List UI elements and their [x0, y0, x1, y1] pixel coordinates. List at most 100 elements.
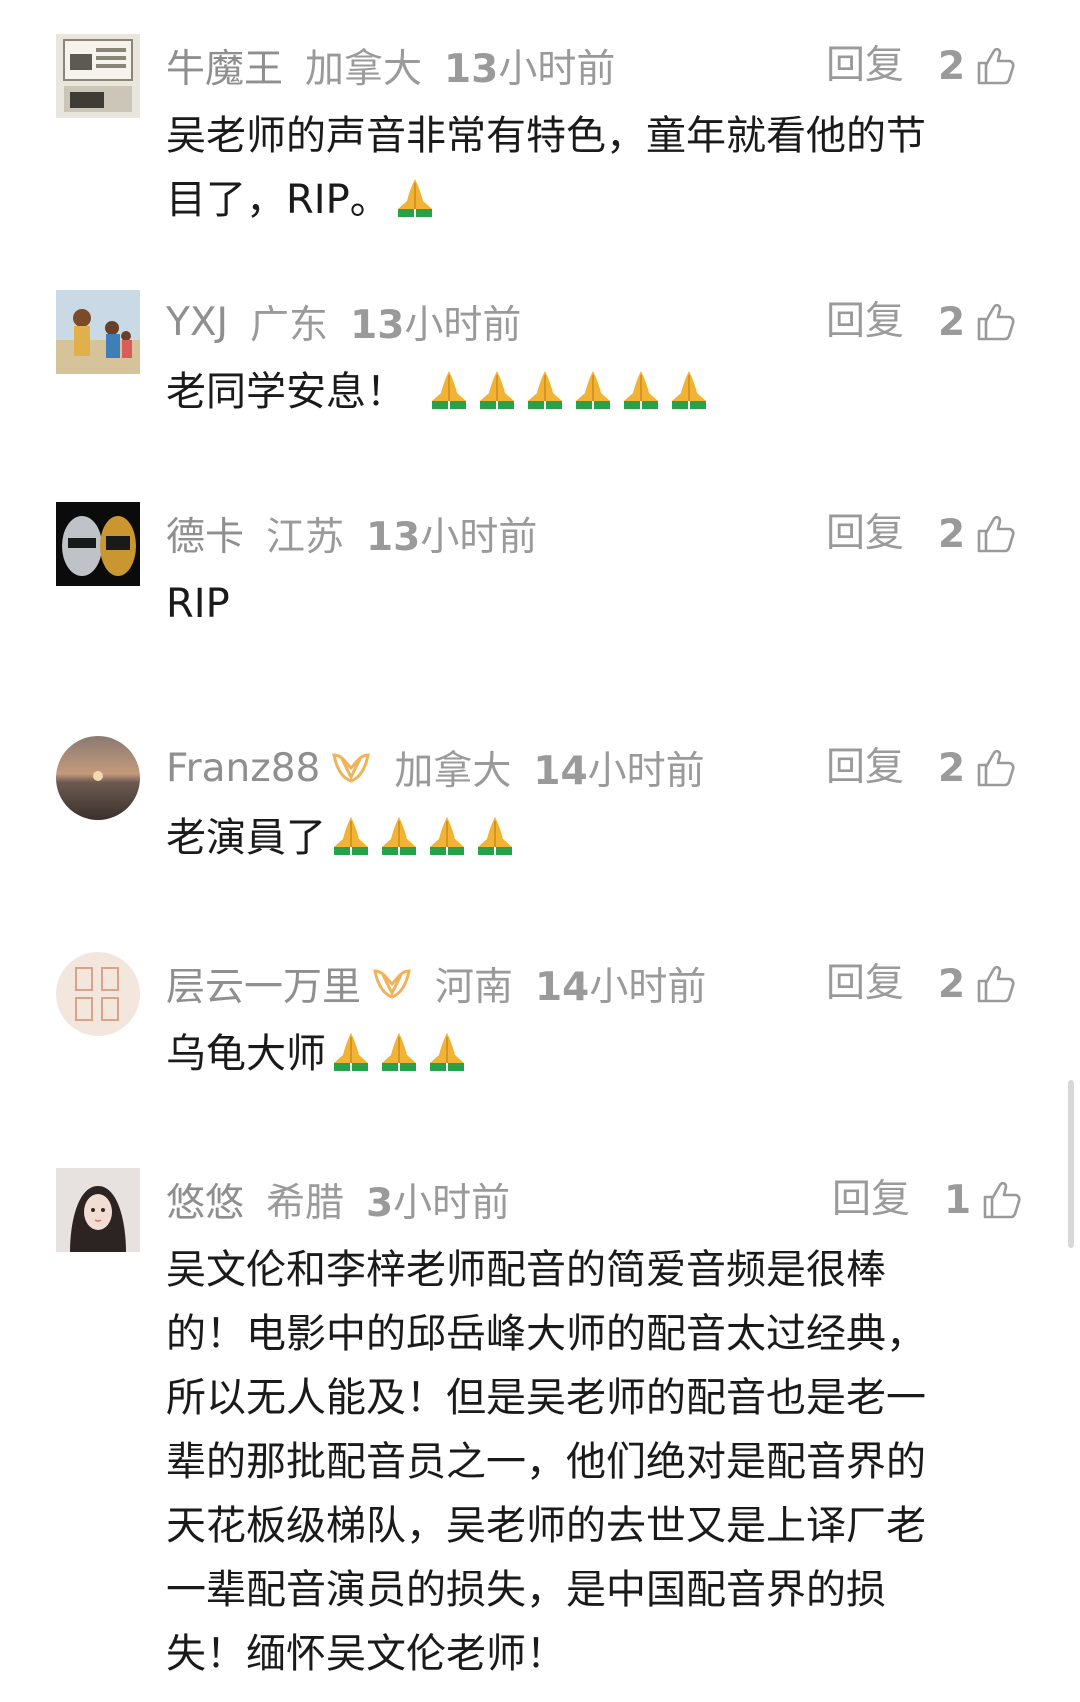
location: 广东 — [250, 303, 329, 348]
like-count: 1 — [944, 1177, 972, 1223]
like-count: 2 — [938, 43, 966, 89]
comment-text: RIP — [166, 572, 230, 636]
comment-list: 牛魔王 加拿大 13小时前 回复 2 吴老师的声音非常有特色，童年就看他的节 目… — [0, 0, 1080, 1702]
avatar[interactable] — [56, 736, 140, 820]
avatar[interactable] — [56, 290, 140, 374]
timestamp-number: 14 — [533, 749, 588, 794]
timestamp: 14小时前 — [533, 740, 704, 796]
comment-text-line-content: 老同学安息！ — [166, 369, 406, 415]
comment-text: 老演員了 — [166, 806, 518, 870]
username[interactable]: 层云一万里 — [166, 956, 361, 1012]
comment-text-line-content: 老演員了 — [166, 815, 326, 861]
reply-button[interactable]: 回复 — [826, 956, 904, 1012]
thumbs-up-icon — [983, 1181, 1021, 1219]
like-count: 2 — [938, 511, 966, 557]
comment-text-line: RIP — [166, 581, 230, 627]
username[interactable]: Franz88 — [166, 746, 320, 791]
comment-meta: 牛魔王 加拿大 13小时前 — [166, 38, 615, 94]
comment-text-line: 目了，RIP。 — [166, 168, 926, 232]
thumbs-up-icon — [977, 303, 1015, 341]
like-button[interactable]: 2 — [938, 506, 1017, 562]
timestamp-unit: 小时前 — [393, 1181, 511, 1226]
reply-button[interactable]: 回复 — [826, 740, 904, 796]
comment-text-line-content: 目了，RIP。 — [166, 177, 390, 223]
reply-button[interactable]: 回复 — [826, 38, 904, 94]
thumbs-up-icon — [977, 515, 1015, 553]
comment-text-line: 的！电影中的邱岳峰大师的配音太过经典， — [166, 1311, 926, 1357]
comment-text-line: 老演員了 — [166, 806, 518, 870]
like-button[interactable]: 2 — [938, 740, 1017, 796]
folded-hands-emoji — [430, 817, 464, 855]
comment-meta: YXJ 广东 13小时前 — [166, 294, 521, 350]
like-count: 2 — [938, 745, 966, 791]
comment-meta: 悠悠 希腊 3小时前 — [166, 1172, 510, 1228]
comment-text-line: 吴老师的声音非常有特色，童年就看他的节 — [166, 113, 926, 159]
folded-hands-emoji — [576, 371, 610, 409]
like-button[interactable]: 2 — [938, 38, 1017, 94]
like-count: 2 — [938, 299, 966, 345]
folded-hands-emoji — [478, 817, 512, 855]
like-button[interactable]: 1 — [944, 1172, 1023, 1228]
timestamp-number: 14 — [535, 965, 590, 1010]
comment-meta: 层云一万里 河南 14小时前 — [166, 956, 706, 1012]
folded-hands-emoji — [432, 371, 466, 409]
folded-hands-emoji — [624, 371, 658, 409]
comment-text: 吴老师的声音非常有特色，童年就看他的节 目了，RIP。 — [166, 104, 926, 232]
comment-text-line: 老同学安息！ — [166, 360, 712, 424]
timestamp-unit: 小时前 — [498, 47, 616, 92]
comment-text-line: 失！缅怀吴文伦老师！ — [166, 1631, 566, 1677]
username[interactable]: YXJ — [166, 300, 228, 345]
avatar[interactable] — [56, 1168, 140, 1252]
timestamp-number: 13 — [350, 303, 405, 348]
timestamp: 13小时前 — [444, 38, 615, 94]
timestamp-number: 13 — [444, 47, 499, 92]
username[interactable]: 德卡 — [166, 506, 244, 562]
like-button[interactable]: 2 — [938, 956, 1017, 1012]
reply-button[interactable]: 回复 — [832, 1172, 910, 1228]
comment-meta: 德卡 江苏 13小时前 — [166, 506, 537, 562]
location: 加拿大 — [394, 749, 512, 794]
location: 加拿大 — [305, 47, 423, 92]
location: 江苏 — [266, 515, 345, 560]
timestamp-number: 13 — [366, 515, 421, 560]
timestamp-unit: 小时前 — [587, 749, 705, 794]
username[interactable]: 悠悠 — [166, 1172, 244, 1228]
scrollbar[interactable] — [1068, 1080, 1074, 1248]
timestamp-unit: 小时前 — [404, 303, 522, 348]
comment-text-line: 一辈配音演员的损失，是中国配音界的损 — [166, 1567, 886, 1613]
comment-text: 吴文伦和李梓老师配音的简爱音频是很棒 的！电影中的邱岳峰大师的配音太过经典， 所… — [166, 1238, 926, 1686]
username[interactable]: 牛魔王 — [166, 38, 283, 94]
timestamp: 13小时前 — [350, 294, 521, 350]
location: 希腊 — [266, 1181, 345, 1226]
avatar[interactable] — [56, 502, 140, 586]
comment-text-line-content: 乌龟大师 — [166, 1031, 326, 1077]
folded-hands-emoji — [430, 1033, 464, 1071]
folded-hands-emoji — [334, 817, 368, 855]
timestamp: 14小时前 — [535, 956, 706, 1012]
comment-meta: Franz88 加拿大 14小时前 — [166, 740, 705, 796]
comment-text-line: 天花板级梯队，吴老师的去世又是上译厂老 — [166, 1503, 926, 1549]
reply-button[interactable]: 回复 — [826, 506, 904, 562]
like-count: 2 — [938, 961, 966, 1007]
comment-text: 乌龟大师 — [166, 1022, 470, 1086]
folded-hands-emoji — [382, 817, 416, 855]
timestamp-number: 3 — [366, 1181, 394, 1226]
vip-badge-icon — [373, 969, 411, 999]
reply-button[interactable]: 回复 — [826, 294, 904, 350]
thumbs-up-icon — [977, 965, 1015, 1003]
like-button[interactable]: 2 — [938, 294, 1017, 350]
folded-hands-emoji — [334, 1033, 368, 1071]
folded-hands-emoji — [397, 179, 432, 217]
avatar[interactable] — [56, 952, 140, 1036]
timestamp: 13小时前 — [366, 506, 537, 562]
vip-badge-icon — [332, 753, 371, 783]
avatar[interactable] — [56, 34, 140, 118]
folded-hands-emoji — [672, 371, 706, 409]
comment-text-line: 所以无人能及！但是吴老师的配音也是老一 — [166, 1375, 926, 1421]
timestamp-unit: 小时前 — [420, 515, 538, 560]
comment-text-line: 乌龟大师 — [166, 1022, 470, 1086]
thumbs-up-icon — [977, 749, 1015, 787]
folded-hands-emoji — [480, 371, 514, 409]
comment-text-line: 吴文伦和李梓老师配音的简爱音频是很棒 — [166, 1247, 886, 1293]
comment-text-line: 辈的那批配音员之一，他们绝对是配音界的 — [166, 1439, 926, 1485]
